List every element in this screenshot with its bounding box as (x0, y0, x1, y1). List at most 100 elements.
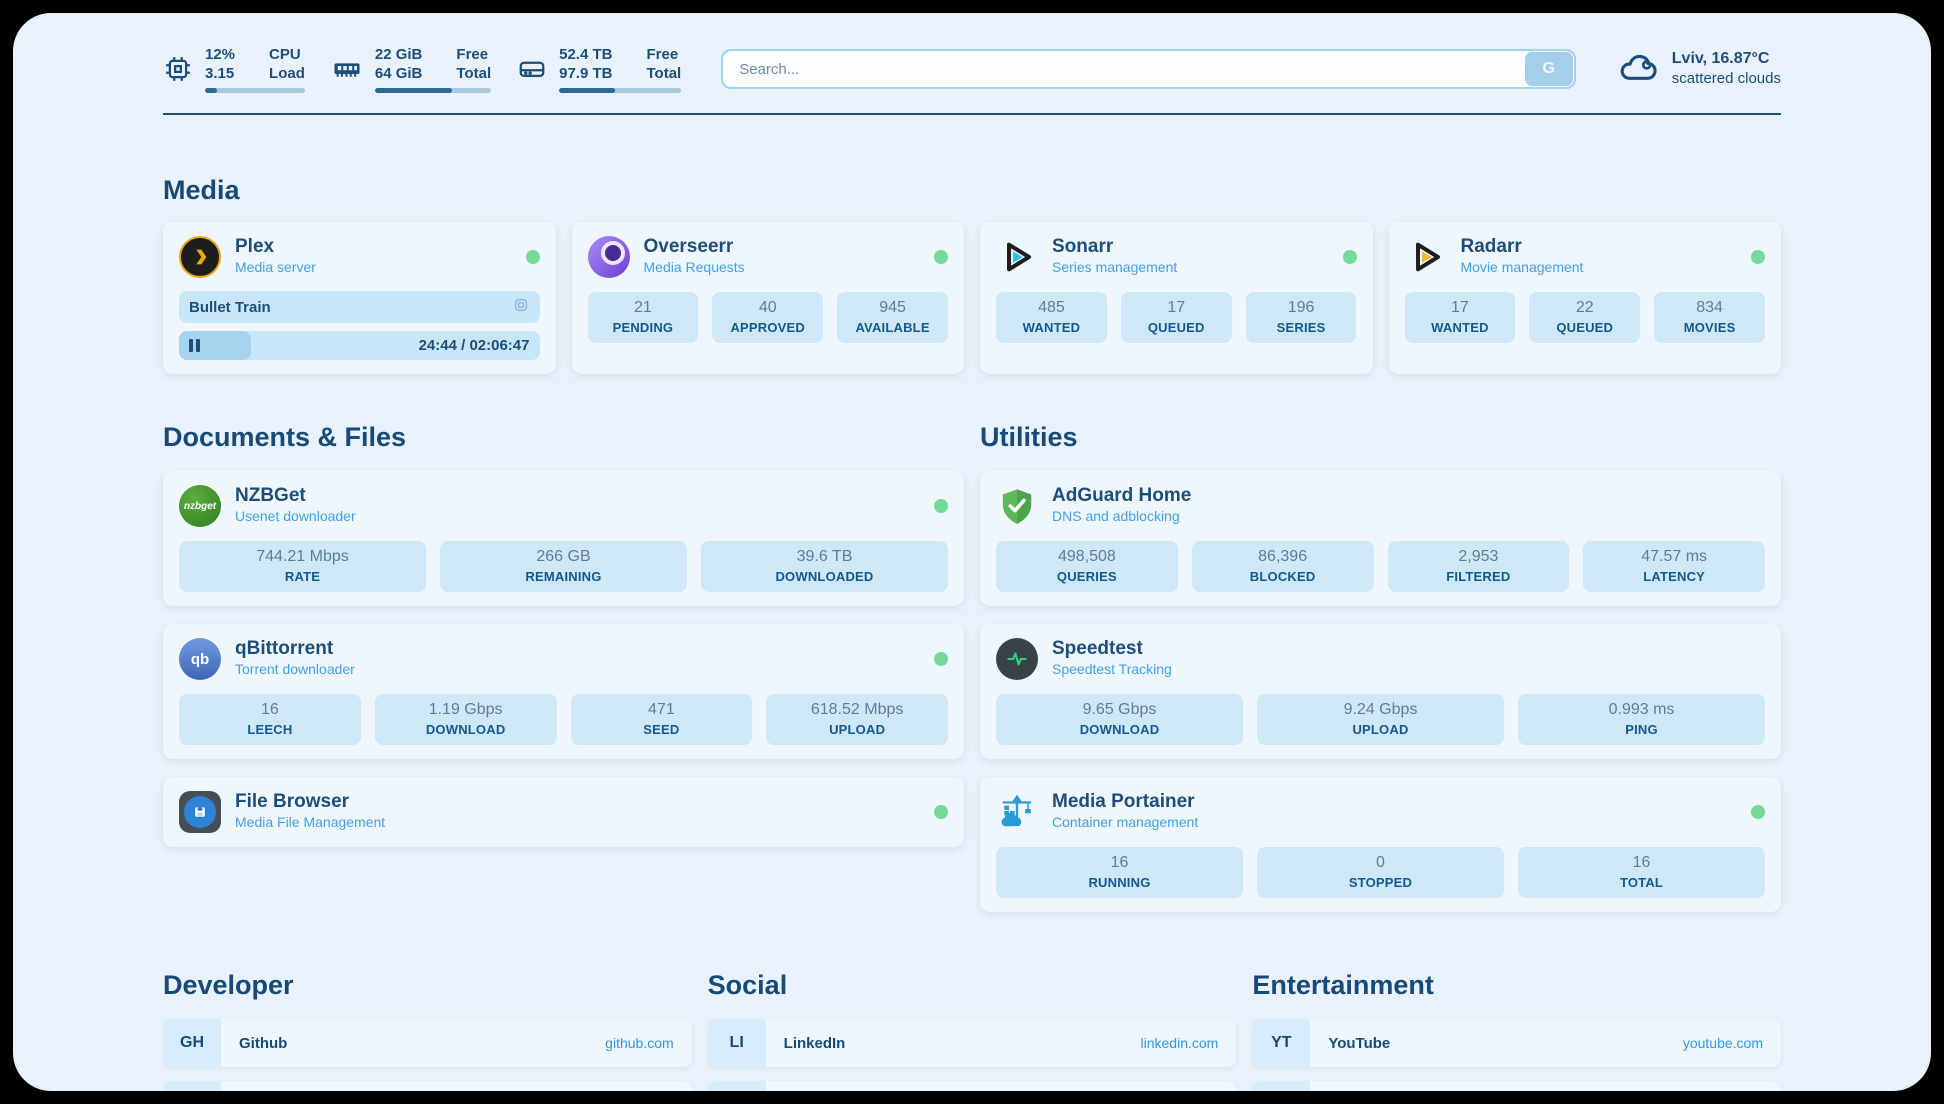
disk-total-value: 97.9 TB (559, 64, 612, 83)
search-engine-button[interactable]: G (1525, 52, 1573, 86)
playback-time: 24:44 / 02:06:47 (419, 337, 540, 354)
bookmark-url: stackoverflow.com (559, 1081, 691, 1091)
stat-box: 47.57 ms LATENCY (1583, 541, 1765, 592)
weather-widget: Lviv, 16.87°C scattered clouds (1618, 49, 1781, 90)
service-name: qBittorrent (235, 638, 355, 659)
bookmark-github[interactable]: GH Github github.com (163, 1019, 692, 1067)
service-card-nzbget[interactable]: nzbget NZBGet Usenet downloader 744.21 M… (163, 471, 964, 606)
status-dot (934, 499, 948, 513)
service-name: Overseerr (644, 236, 745, 257)
bookmark-url: netflix.com (1696, 1081, 1781, 1091)
bookmark-name: Github (221, 1019, 287, 1067)
adguard-shield-icon (996, 485, 1038, 527)
stat-box: 1.19 Gbps DOWNLOAD (375, 694, 557, 745)
stat-box: 0.993 ms PING (1518, 694, 1765, 745)
section-heading-utilities: Utilities (980, 422, 1781, 453)
stat-box: 744.21 Mbps RATE (179, 541, 426, 592)
stat-box: 17 QUEUED (1121, 292, 1232, 343)
speedtest-pulse-icon (996, 638, 1038, 680)
session-stop-icon[interactable] (512, 296, 530, 318)
stat-box: 9.65 Gbps DOWNLOAD (996, 694, 1243, 745)
disk-free-label: Free (646, 45, 681, 64)
overseerr-icon (588, 236, 630, 278)
top-bar: 12% CPU 3.15 Load (163, 13, 1781, 93)
cpu-widget: 12% CPU 3.15 Load (163, 45, 305, 93)
weather-location-temp: Lviv, 16.87°C (1672, 49, 1781, 69)
memory-free-value: 22 GiB (375, 45, 423, 64)
status-dot (1343, 250, 1357, 264)
service-card-radarr[interactable]: Radarr Movie management 17 WANTED 22 QUE… (1389, 222, 1782, 374)
disk-total-label: Total (646, 64, 681, 83)
status-dot (526, 250, 540, 264)
cpu-usage-value: 12% (205, 45, 235, 64)
search-bar: G (721, 49, 1576, 89)
radarr-icon (1405, 236, 1447, 278)
bookmark-url: linkedin.com (1141, 1019, 1237, 1067)
service-subtitle: Container management (1052, 812, 1198, 833)
sonarr-icon (996, 236, 1038, 278)
stat-box: 16 LEECH (179, 694, 361, 745)
service-card-sonarr[interactable]: Sonarr Series management 485 WANTED 17 Q… (980, 222, 1373, 374)
stat-box: 498,508 QUERIES (996, 541, 1178, 592)
load-label: Load (269, 64, 305, 83)
weather-condition: scattered clouds (1672, 69, 1781, 89)
stat-box: 196 SERIES (1246, 292, 1357, 343)
bookmark-abbr: NF (1252, 1081, 1310, 1091)
bookmark-abbr: GH (163, 1019, 221, 1067)
system-stats: 12% CPU 3.15 Load (163, 45, 681, 93)
cloud-icon (1618, 49, 1660, 90)
bookmark-abbr: TW (708, 1081, 766, 1091)
bookmark-abbr: YT (1252, 1019, 1310, 1067)
stat-box: 485 WANTED (996, 292, 1107, 343)
service-card-filebrowser[interactable]: File Browser Media File Management (163, 777, 964, 847)
stat-box: 618.52 Mbps UPLOAD (766, 694, 948, 745)
service-name: Plex (235, 236, 316, 257)
dashboard-page: 12% CPU 3.15 Load (13, 13, 1931, 1091)
service-subtitle: DNS and adblocking (1052, 506, 1191, 527)
stat-box: 86,396 BLOCKED (1192, 541, 1374, 592)
cpu-progress-bar (205, 88, 305, 93)
stat-box: 39.6 TB DOWNLOADED (701, 541, 948, 592)
service-card-qbittorrent[interactable]: qb qBittorrent Torrent downloader 16 (163, 624, 964, 759)
search-input[interactable] (721, 49, 1576, 89)
bookmark-twitter[interactable]: TW Twitter twitter.com (708, 1081, 1237, 1091)
bookmark-url: youtube.com (1683, 1019, 1781, 1067)
status-dot (934, 652, 948, 666)
service-subtitle: Media server (235, 257, 316, 278)
service-card-adguard[interactable]: AdGuard Home DNS and adblocking 498,508 … (980, 471, 1781, 606)
status-dot (934, 805, 948, 819)
portainer-crane-icon (996, 791, 1038, 833)
now-playing-row: Bullet Train (179, 291, 540, 323)
service-card-overseerr[interactable]: Overseerr Media Requests 21 PENDING 40 A… (572, 222, 965, 374)
service-name: Speedtest (1052, 638, 1172, 659)
stat-box: 266 GB REMAINING (440, 541, 687, 592)
bookmark-youtube[interactable]: YT YouTube youtube.com (1252, 1019, 1781, 1067)
service-subtitle: Speedtest Tracking (1052, 659, 1172, 680)
disk-free-value: 52.4 TB (559, 45, 612, 64)
service-card-plex[interactable]: Plex Media server Bullet Train (163, 222, 556, 374)
section-heading-media: Media (163, 175, 1781, 206)
service-card-portainer[interactable]: Media Portainer Container management 16 … (980, 777, 1781, 912)
memory-progress-bar (375, 88, 491, 93)
service-subtitle: Movie management (1461, 257, 1584, 278)
plex-icon (179, 236, 221, 278)
stat-box: 40 APPROVED (712, 292, 823, 343)
pause-icon[interactable] (189, 339, 200, 352)
bookmark-linkedin[interactable]: LI LinkedIn linkedin.com (708, 1019, 1237, 1067)
memory-widget: 22 GiB Free 64 GiB Total (331, 45, 491, 93)
bookmark-netflix[interactable]: NF Netflix netflix.com (1252, 1081, 1781, 1091)
bookmark-abbr: LI (708, 1019, 766, 1067)
bookmark-url: github.com (605, 1019, 691, 1067)
bookmark-stackoverflow[interactable]: SO StackOverflow stackoverflow.com (163, 1081, 692, 1091)
nzbget-icon: nzbget (179, 485, 221, 527)
bookmark-name: YouTube (1310, 1019, 1390, 1067)
section-heading-entertainment: Entertainment (1252, 970, 1781, 1001)
cpu-chip-icon (163, 54, 193, 84)
stat-box: 22 QUEUED (1529, 292, 1640, 343)
stat-box: 2,953 FILTERED (1388, 541, 1570, 592)
stat-box: 834 MOVIES (1654, 292, 1765, 343)
service-card-speedtest[interactable]: Speedtest Speedtest Tracking 9.65 Gbps D… (980, 624, 1781, 759)
service-name: Radarr (1461, 236, 1584, 257)
service-subtitle: Torrent downloader (235, 659, 355, 680)
qbittorrent-icon: qb (179, 638, 221, 680)
